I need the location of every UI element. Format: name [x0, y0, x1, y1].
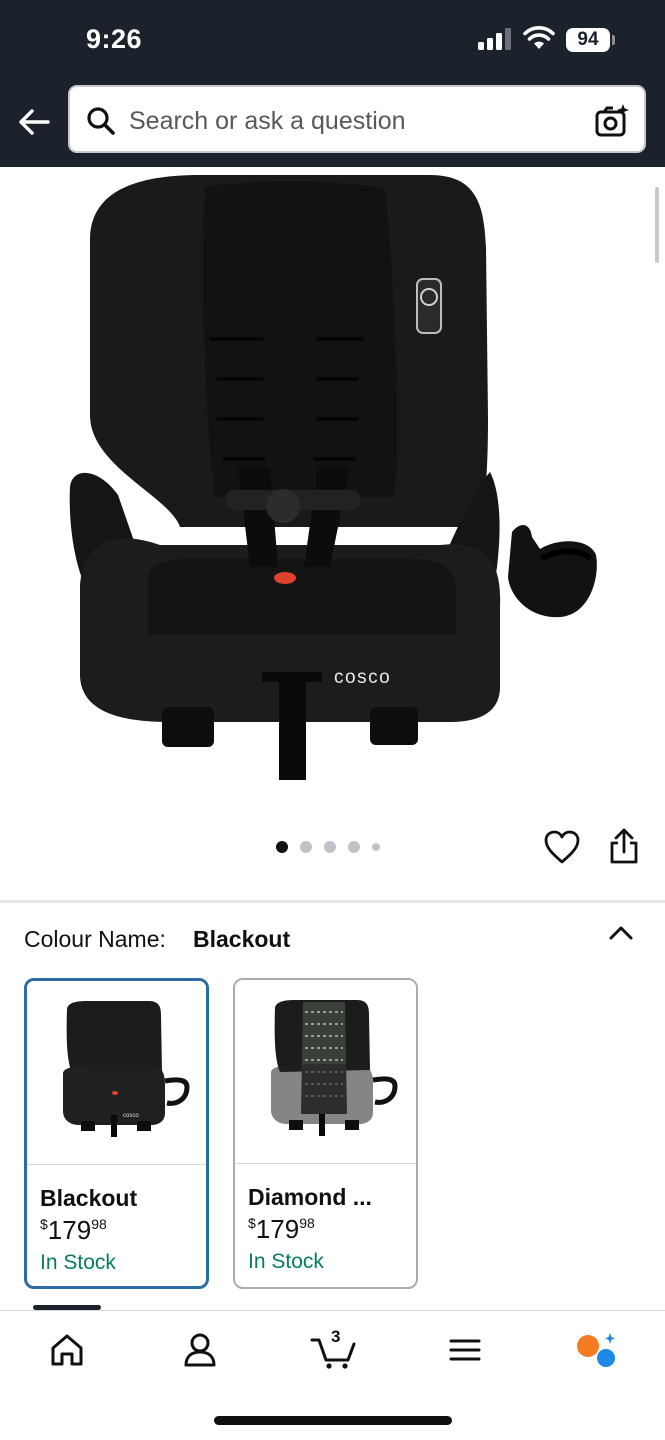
status-time: 9:26: [86, 24, 143, 54]
account-icon[interactable]: [178, 1330, 222, 1370]
cellular-signal-icon: [478, 28, 514, 50]
option-thumbnail: cosco: [27, 981, 206, 1165]
variation-label: Colour Name:: [24, 926, 166, 952]
home-icon[interactable]: [45, 1330, 89, 1370]
heart-icon[interactable]: [543, 829, 581, 865]
option-stock-status: In Stock: [40, 1251, 116, 1274]
carousel-dots: [276, 840, 380, 854]
section-divider: [0, 900, 665, 903]
carousel-dot[interactable]: [348, 841, 360, 853]
car-seat-thumbnail: [271, 1000, 398, 1136]
colour-option-diamond[interactable]: Diamond ... $17998 In Stock: [233, 978, 418, 1289]
product-brand-text: cosco: [334, 667, 391, 688]
home-indicator: [214, 1416, 452, 1425]
car-seat-thumbnail: cosco: [63, 1001, 190, 1137]
search-input[interactable]: Search or ask a question: [129, 107, 406, 136]
colour-option-blackout[interactable]: cosco Blackout $17998 In Stock: [24, 978, 209, 1289]
battery-tip: [612, 35, 615, 45]
price-fraction: 98: [299, 1215, 315, 1231]
carousel-dot[interactable]: [324, 841, 336, 853]
share-icon[interactable]: [608, 826, 640, 866]
cart-count-badge: 3: [331, 1327, 341, 1346]
menu-icon[interactable]: [443, 1330, 487, 1370]
option-stock-status: In Stock: [248, 1250, 324, 1273]
price-currency: $: [40, 1216, 48, 1232]
price-whole: 179: [255, 1214, 300, 1244]
option-price: $17998: [248, 1214, 315, 1245]
thumb-brand-text: cosco: [123, 1113, 139, 1119]
page-scrollbar[interactable]: [655, 187, 659, 263]
camera-search-icon[interactable]: [594, 103, 630, 139]
option-name: Blackout: [40, 1185, 138, 1211]
option-name: Diamond ...: [248, 1184, 372, 1210]
carousel-dot[interactable]: [300, 841, 312, 853]
wifi-icon: [523, 26, 555, 49]
chevron-up-icon[interactable]: [607, 921, 635, 945]
nav-active-indicator: [33, 1305, 101, 1310]
top-header: 9:26 94 Search or ask a question: [0, 0, 665, 167]
rufus-icon[interactable]: [575, 1330, 619, 1370]
variation-selected-value: Blackout: [193, 926, 291, 952]
cart-button[interactable]: 3: [310, 1327, 360, 1370]
product-image-carousel[interactable]: cosco: [0, 167, 665, 867]
battery-indicator: 94: [566, 28, 610, 52]
search-bar[interactable]: Search or ask a question: [68, 85, 646, 153]
option-thumbnail: [235, 980, 416, 1164]
carousel-dot[interactable]: [276, 841, 288, 853]
product-image[interactable]: cosco: [0, 167, 665, 807]
option-price: $17998: [40, 1215, 107, 1246]
price-fraction: 98: [91, 1216, 107, 1232]
carousel-dot[interactable]: [372, 843, 380, 851]
search-icon: [87, 107, 115, 135]
back-arrow-icon[interactable]: [14, 102, 54, 142]
price-currency: $: [248, 1215, 256, 1231]
price-whole: 179: [47, 1215, 92, 1245]
